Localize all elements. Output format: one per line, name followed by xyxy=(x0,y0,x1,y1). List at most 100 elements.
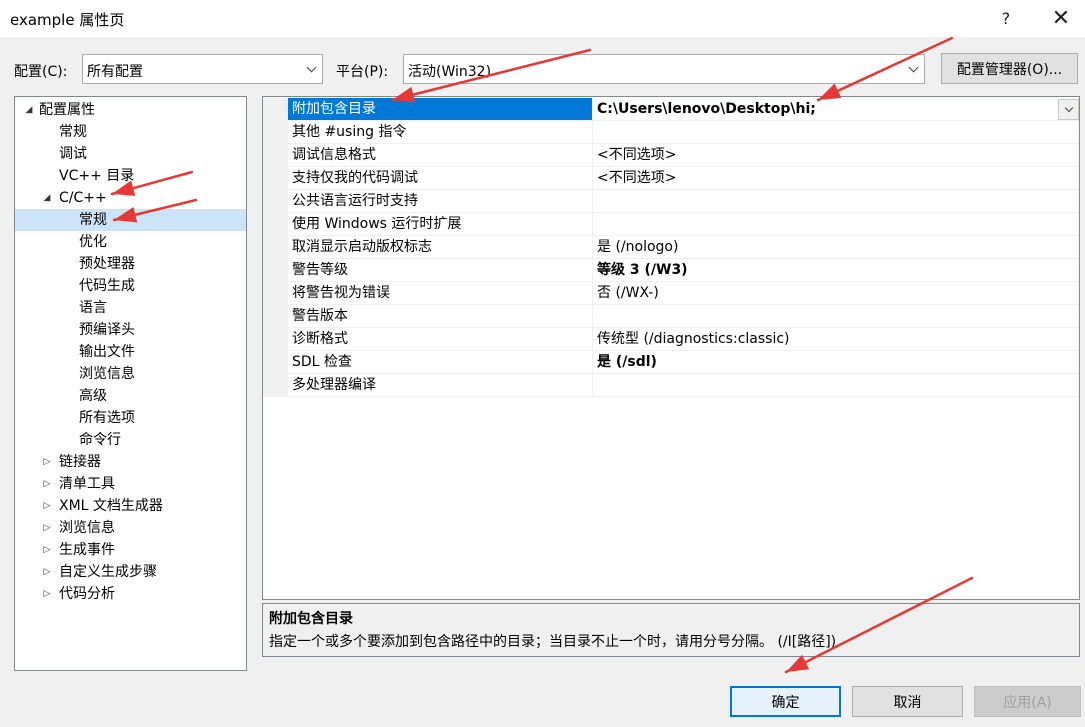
collapse-arrow-icon[interactable]: ◢ xyxy=(41,187,53,209)
tree-item[interactable]: 语言 xyxy=(15,297,244,319)
property-name: 使用 Windows 运行时扩展 xyxy=(288,213,592,236)
property-row[interactable]: 其他 #using 指令 xyxy=(263,121,1079,144)
property-row[interactable]: 取消显示启动版权标志是 (/nologo) xyxy=(263,236,1079,259)
tree-item-label: 常规 xyxy=(59,124,87,140)
tree-item[interactable]: 常规 xyxy=(15,209,246,231)
tree-item[interactable]: 优化 xyxy=(15,231,244,253)
property-name: SDL 检查 xyxy=(288,351,592,374)
description-text: 指定一个或多个要添加到包含路径中的目录；当目录不止一个时，请用分号分隔。 (/I… xyxy=(269,634,837,650)
expand-arrow-icon[interactable]: ▷ xyxy=(41,451,53,473)
tree-item-label: VC++ 目录 xyxy=(59,168,135,184)
tree-item-label: 浏览信息 xyxy=(59,520,115,536)
help-button[interactable]: ? xyxy=(981,0,1031,37)
tree-item[interactable]: 高级 xyxy=(15,385,244,407)
expand-arrow-icon[interactable]: ▷ xyxy=(41,473,53,495)
property-row[interactable]: 支持仅我的代码调试 <不同选项> xyxy=(263,167,1079,190)
tree-item[interactable]: 代码生成 xyxy=(15,275,244,297)
chevron-down-icon xyxy=(902,55,924,83)
property-name: 公共语言运行时支持 xyxy=(288,190,592,213)
platform-label: 平台(P): xyxy=(336,64,389,80)
expand-arrow-icon[interactable]: ▷ xyxy=(41,495,53,517)
tree-item[interactable]: 所有选项 xyxy=(15,407,244,429)
property-value[interactable]: 否 (/WX-) xyxy=(592,282,1079,305)
property-row[interactable]: 多处理器编译 xyxy=(263,374,1079,397)
expand-arrow-icon[interactable]: ▷ xyxy=(41,539,53,561)
property-name: 其他 #using 指令 xyxy=(288,121,592,144)
property-row[interactable]: 诊断格式 传统型 (/diagnostics:classic) xyxy=(263,328,1079,351)
tree-item-label: 配置属性 xyxy=(39,102,95,118)
tree-item[interactable]: VC++ 目录 xyxy=(15,165,244,187)
description-panel: 附加包含目录 指定一个或多个要添加到包含路径中的目录；当目录不止一个时，请用分号… xyxy=(262,603,1080,657)
property-name: 支持仅我的代码调试 xyxy=(288,167,592,190)
property-value[interactable] xyxy=(592,374,1079,397)
property-value[interactable]: <不同选项> xyxy=(592,144,1079,167)
row-gutter xyxy=(263,259,288,282)
tree-item[interactable]: ▷ 链接器 xyxy=(15,451,244,473)
tree-item[interactable]: 浏览信息 xyxy=(15,363,244,385)
tree-item-label: 自定义生成步骤 xyxy=(59,564,157,580)
tree-item-label: 清单工具 xyxy=(59,476,115,492)
config-manager-button[interactable]: 配置管理器(O)... xyxy=(941,53,1078,84)
property-value[interactable] xyxy=(592,190,1079,213)
row-gutter xyxy=(263,98,288,121)
tree-item[interactable]: 调试 xyxy=(15,143,244,165)
row-gutter xyxy=(263,121,288,144)
property-value[interactable]: C:\Users\lenovo\Desktop\hi; xyxy=(592,98,1079,121)
property-row[interactable]: 调试信息格式 <不同选项> xyxy=(263,144,1079,167)
property-name: 附加包含目录 xyxy=(288,98,592,121)
row-gutter xyxy=(263,190,288,213)
tree-item[interactable]: ▷ 生成事件 xyxy=(15,539,244,561)
platform-select[interactable]: 活动(Win32) xyxy=(403,54,925,84)
property-value[interactable] xyxy=(592,121,1079,144)
platform-select-value: 活动(Win32) xyxy=(408,64,492,80)
expand-arrow-icon[interactable]: ▷ xyxy=(41,517,53,539)
close-button[interactable]: ✕ xyxy=(1036,0,1085,37)
property-row[interactable]: 附加包含目录 C:\Users\lenovo\Desktop\hi; xyxy=(263,98,1079,121)
tree-item[interactable]: 命令行 xyxy=(15,429,244,451)
tree-item[interactable]: 常规 xyxy=(15,121,244,143)
apply-button[interactable]: 应用(A) xyxy=(974,686,1081,717)
property-value[interactable]: 传统型 (/diagnostics:classic) xyxy=(592,328,1079,351)
tree-item[interactable]: ▷ 自定义生成步骤 xyxy=(15,561,244,583)
property-row[interactable]: 使用 Windows 运行时扩展 xyxy=(263,213,1079,236)
tree-item-label: 优化 xyxy=(79,234,107,250)
tree-item[interactable]: 预编译头 xyxy=(15,319,244,341)
tree-item-label: 代码生成 xyxy=(79,278,135,294)
property-row[interactable]: 警告等级 等级 3 (/W3) xyxy=(263,259,1079,282)
tree-item[interactable]: ◢ C/C++ xyxy=(15,187,244,209)
property-value[interactable] xyxy=(592,305,1079,328)
collapse-arrow-icon[interactable]: ◢ xyxy=(23,99,35,121)
annotation-arrow-head xyxy=(786,654,810,672)
property-value[interactable] xyxy=(592,213,1079,236)
expand-arrow-icon[interactable]: ▷ xyxy=(41,583,53,605)
property-tree: ◢ 配置属性 常规 调试 VC++ 目录 ◢ C/C++ 常规 优化 预处理器 代码生成 语言 预编译头… xyxy=(14,96,247,671)
property-row[interactable]: SDL 检查是 (/sdl) xyxy=(263,351,1079,374)
tree-item[interactable]: ◢ 配置属性 xyxy=(15,99,244,121)
property-row[interactable]: 将警告视为错误否 (/WX-) xyxy=(263,282,1079,305)
cancel-button[interactable]: 取消 xyxy=(852,686,963,717)
config-select[interactable]: 所有配置 xyxy=(82,54,323,84)
tree-item[interactable]: ▷ XML 文档生成器 xyxy=(15,495,244,517)
help-icon: ? xyxy=(1001,9,1011,28)
chevron-down-icon xyxy=(300,55,322,83)
property-row[interactable]: 公共语言运行时支持 xyxy=(263,190,1079,213)
expand-arrow-icon[interactable]: ▷ xyxy=(41,561,53,583)
property-value[interactable]: 等级 3 (/W3) xyxy=(592,259,1079,282)
property-value[interactable]: 是 (/sdl) xyxy=(592,351,1079,374)
tree-item[interactable]: ▷ 浏览信息 xyxy=(15,517,244,539)
ok-button[interactable]: 确定 xyxy=(730,686,841,717)
property-name: 警告版本 xyxy=(288,305,592,328)
tree-item[interactable]: ▷ 清单工具 xyxy=(15,473,244,495)
property-row[interactable]: 警告版本 xyxy=(263,305,1079,328)
tree-item[interactable]: 输出文件 xyxy=(15,341,244,363)
row-gutter xyxy=(263,374,288,397)
property-value[interactable]: <不同选项> xyxy=(592,167,1079,190)
chevron-down-icon xyxy=(1064,103,1073,112)
property-name: 调试信息格式 xyxy=(288,144,592,167)
tree-item[interactable]: 预处理器 xyxy=(15,253,244,275)
value-dropdown-button[interactable] xyxy=(1058,99,1079,120)
tree-item[interactable]: ▷ 代码分析 xyxy=(15,583,244,605)
property-value[interactable]: 是 (/nologo) xyxy=(592,236,1079,259)
title-bar: example 属性页 ? ✕ xyxy=(0,0,1085,37)
tree-item-label: 浏览信息 xyxy=(79,366,135,382)
